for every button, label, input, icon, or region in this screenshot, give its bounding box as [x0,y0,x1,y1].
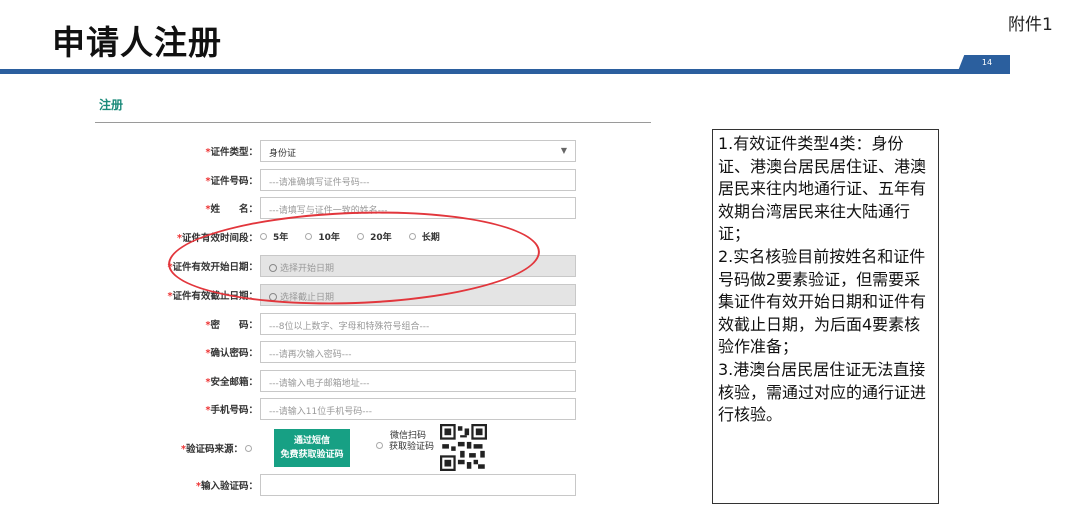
wechat-code-option[interactable]: 微信扫码 获取验证码 [376,431,434,453]
annotation-note: 1.有效证件类型4类：身份证、港澳台居民居住证、港澳居民来往内地通行证、五年有效… [712,129,939,504]
confirm-password-input[interactable]: ---请再次输入密码--- [260,341,576,363]
note-paragraph-2: 2.实名核验目前按姓名和证件号码做2要素验证，但需要采集证件有效开始日期和证件有… [718,246,927,357]
email-input[interactable]: ---请输入电子邮箱地址--- [260,370,576,392]
title-divider [0,69,1010,74]
note-paragraph-1: 1.有效证件类型4类：身份证、港澳台居民居住证、港澳居民来往内地通行证、五年有效… [718,134,927,244]
code-input[interactable] [260,474,576,496]
sms-code-button[interactable]: 通过短信 免费获取验证码 [274,429,350,467]
id-number-row: *证件号码： ---请准确填写证件号码--- [150,169,580,191]
qr-code-icon [440,424,487,471]
form-heading: 注册 [99,98,124,112]
phone-row: *手机号码： ---请输入11位手机号码--- [150,398,580,420]
id-type-value: 身份证 [269,149,297,159]
email-row: *安全邮箱： ---请输入电子邮箱地址--- [150,370,580,392]
id-type-select[interactable]: 身份证 ▼ [260,140,576,162]
password-row: *密 码： ---8位以上数字、字母和特殊符号组合--- [150,313,580,335]
phone-input[interactable]: ---请输入11位手机号码--- [260,398,576,420]
id-type-label: *证件类型： [205,147,258,158]
radio-icon [376,442,383,449]
chevron-down-icon: ▼ [560,146,567,155]
password-label: *密 码： [205,320,258,331]
password-input[interactable]: ---8位以上数字、字母和特殊符号组合--- [260,313,576,335]
confirm-password-label: *确认密码： [205,348,258,359]
note-paragraph-3: 3.港澳台居民居住证无法直接核验，需通过对应的通行证进行核验。 [718,359,927,425]
id-number-label: *证件号码： [205,176,258,187]
code-source-label: *验证码来源： [181,441,258,455]
name-label: *姓 名： [205,204,258,215]
id-number-input[interactable]: ---请准确填写证件号码--- [260,169,576,191]
page-number-tab: 14 [958,55,1010,71]
slide-title: 申请人注册 [52,23,222,62]
confirm-password-row: *确认密码： ---请再次输入密码--- [150,341,580,363]
code-input-row: *输入验证码： [150,474,580,496]
phone-label: *手机号码： [205,405,258,416]
radio-icon[interactable] [245,445,252,452]
form-divider [95,122,651,123]
email-label: *安全邮箱： [205,377,258,388]
code-source-row: *验证码来源： 通过短信 免费获取验证码 微信扫码 获取验证码 [150,424,580,471]
code-input-label: *输入验证码： [196,481,258,492]
id-type-row: *证件类型： 身份证 ▼ [150,140,580,162]
appendix-label: 附件1 [1008,15,1053,35]
